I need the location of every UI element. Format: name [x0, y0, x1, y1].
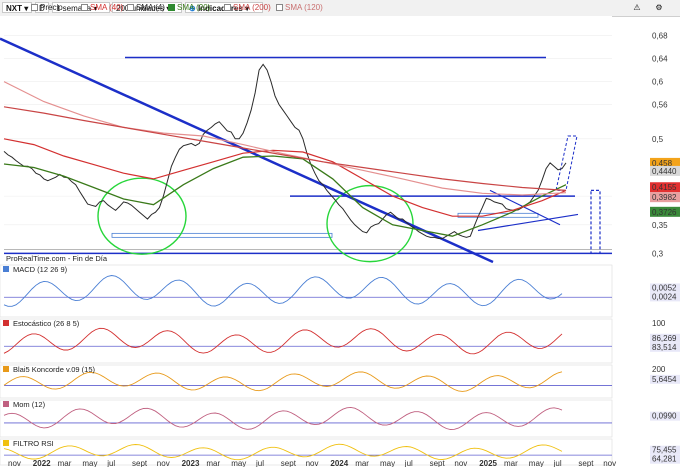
- x-tick-label: jul: [255, 459, 264, 467]
- legend-sma20: SMA (20): [177, 3, 211, 12]
- panel-y-tick: 200: [652, 365, 666, 374]
- x-tick-label: nov: [454, 459, 467, 467]
- panel-title: Mom (12): [13, 400, 46, 409]
- legend-precio: Precio: [40, 3, 63, 12]
- x-tick-label: may: [231, 459, 246, 467]
- y-tick-label: 0,64: [652, 55, 668, 64]
- toggle-precio[interactable]: [31, 4, 38, 11]
- x-tick-label: mar: [58, 459, 72, 467]
- alert-icon[interactable]: ⚠: [628, 2, 646, 13]
- x-tick-label: mar: [355, 459, 369, 467]
- panel-icon: [3, 366, 9, 372]
- panel-title: Estocástico (26 8 5): [13, 319, 80, 328]
- panel-value-label: 83,514: [652, 343, 677, 352]
- indicator-panels: MACD (12 26 9) 0,00520,0024 Estocástico (2…: [0, 264, 680, 466]
- panel-value-label: 86,269: [652, 334, 677, 343]
- panel-bg: [0, 318, 613, 364]
- x-tick-label: 2022: [33, 459, 51, 467]
- panel-title: MACD (12 26 9): [13, 265, 68, 274]
- settings-gear-icon[interactable]: ⚙: [650, 2, 668, 13]
- panel-icon: [3, 440, 9, 446]
- panel-title: FILTRO RSI: [13, 439, 54, 448]
- x-tick-label: nov: [157, 459, 170, 467]
- price-tag-label: 0,4440: [652, 167, 677, 176]
- x-tick-label: jul: [404, 459, 413, 467]
- y-tick-label: 0,68: [652, 32, 668, 41]
- toggle-sma20[interactable]: [168, 4, 175, 11]
- price-tag-label: 0,4155: [652, 183, 677, 192]
- panel-y-tick: 100: [652, 319, 666, 328]
- symbol-selector[interactable]: NXT ▾: [2, 2, 32, 13]
- panel-title: Blai5 Koncorde v.09 (15): [13, 365, 95, 374]
- x-tick-label: 2025: [479, 459, 497, 467]
- x-tick-label: 2024: [330, 459, 348, 467]
- x-tick-label: may: [529, 459, 544, 467]
- toolbar: NXT ▾ D 1 semana ▾ 200 unidades ▾ ⊕ Indi…: [0, 0, 680, 17]
- y-tick-label: 0,6: [652, 78, 664, 87]
- source-label: ProRealTime.com - Fin de Día: [6, 254, 108, 263]
- x-tick-label: jul: [553, 459, 562, 467]
- x-tick-label: 2023: [182, 459, 200, 467]
- x-tick-label: jul: [106, 459, 115, 467]
- x-tick-label: may: [82, 459, 97, 467]
- toggle-sma120[interactable]: [276, 4, 283, 11]
- legend-sma4: SMA (4): [136, 3, 165, 12]
- x-tick-label: sept: [578, 459, 594, 467]
- price-y-axis: 0,680,640,60,560,50,40,350,3: [652, 32, 668, 259]
- panel-icon: [3, 401, 9, 407]
- x-tick-label: nov: [603, 459, 616, 467]
- x-tick-label: mar: [206, 459, 220, 467]
- panel-bg: [0, 399, 613, 438]
- price-tags: 0,4580,44400,41550,39820,3726: [650, 157, 680, 217]
- price-tag-label: 0,3982: [652, 193, 677, 202]
- x-tick-label: nov: [306, 459, 319, 467]
- panel-value-label: 0,0052: [652, 283, 677, 292]
- y-tick-label: 0,35: [652, 221, 668, 230]
- panel-icon: [3, 266, 9, 272]
- toggle-sma200[interactable]: [224, 4, 231, 11]
- x-tick-label: sept: [132, 459, 148, 467]
- chart-area: 0,680,640,60,560,50,40,350,3 0,4580,4440…: [0, 16, 680, 467]
- y-tick-label: 0,5: [652, 135, 664, 144]
- x-tick-label: nov: [8, 459, 21, 467]
- legend-sma200: SMA (200): [233, 3, 271, 12]
- panel-value-label: 75,455: [652, 446, 677, 455]
- toggle-sma4[interactable]: [127, 4, 134, 11]
- legend-sma120: SMA (120): [285, 3, 323, 12]
- panel-value-label: 0,0990: [652, 412, 677, 421]
- y-tick-label: 0,56: [652, 100, 668, 109]
- panel-value-label: 5,6454: [652, 375, 677, 384]
- panel-value-label: 0,0024: [652, 292, 677, 301]
- panel-value-label: 64,281: [652, 455, 677, 464]
- symbol-label: NXT: [6, 4, 22, 13]
- x-tick-label: sept: [281, 459, 297, 467]
- y-tick-label: 0,3: [652, 249, 664, 258]
- price-tag-label: 0,3726: [652, 208, 677, 217]
- x-tick-label: may: [380, 459, 395, 467]
- x-tick-label: sept: [430, 459, 446, 467]
- price-panel-bg: [0, 16, 612, 263]
- legend-sma40: SMA (40): [90, 3, 124, 12]
- toggle-sma40[interactable]: [81, 4, 88, 11]
- x-tick-label: mar: [504, 459, 518, 467]
- panel-icon: [3, 320, 9, 326]
